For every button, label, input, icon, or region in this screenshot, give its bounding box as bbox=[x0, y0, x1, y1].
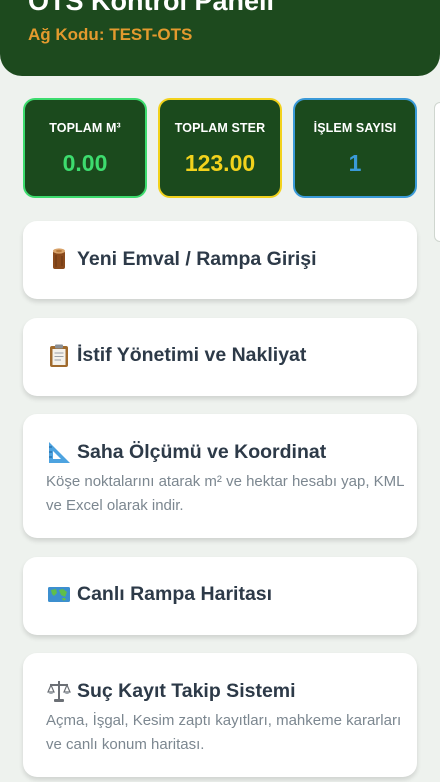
scales-icon bbox=[47, 681, 71, 702]
card-description: Köşe noktalarını atarak m² ve hektar hes… bbox=[46, 473, 404, 514]
card-title: Saha Ölçümü ve Koordinat bbox=[77, 440, 327, 463]
triangle-ruler-icon bbox=[49, 442, 70, 463]
menu-card-new-timber-entry[interactable]: Yeni Emval / Rampa Girişi bbox=[23, 221, 417, 299]
card-title-row: Canlı Rampa Haritası bbox=[46, 581, 272, 607]
menu-card-crime-record-tracking[interactable]: Suç Kayıt Takip Sistemi Açma, İşgal, Kes… bbox=[23, 653, 417, 777]
card-title-row: Yeni Emval / Rampa Girişi bbox=[46, 246, 317, 272]
stat-value: 123.00 bbox=[184, 150, 256, 176]
page-title: OTS Kontrol Paneli bbox=[28, 0, 275, 16]
app-header: OTS Kontrol Paneli Ağ Kodu: TEST-OTS bbox=[0, 0, 440, 76]
card-title: Yeni Emval / Rampa Girişi bbox=[77, 247, 317, 270]
stat-label: İŞLEM SAYISI bbox=[313, 121, 397, 135]
network-code: Ağ Kodu: TEST-OTS bbox=[28, 25, 193, 44]
log-icon bbox=[53, 248, 65, 269]
card-title-row: Suç Kayıt Takip Sistemi bbox=[46, 678, 296, 704]
card-title: Suç Kayıt Takip Sistemi bbox=[77, 679, 296, 702]
stat-total-m3: TOPLAM M³ 0.00 bbox=[23, 98, 147, 198]
stat-total-ster: TOPLAM STER 123.00 bbox=[158, 98, 282, 198]
menu-card-field-measurement[interactable]: Saha Ölçümü ve Koordinat Köşe noktaların… bbox=[23, 414, 417, 538]
world-map-icon bbox=[48, 587, 70, 602]
stat-value: 1 bbox=[348, 150, 362, 176]
stat-transaction-count: İŞLEM SAYISI 1 bbox=[293, 98, 417, 198]
stat-value: 0.00 bbox=[62, 150, 108, 176]
menu-card-live-ramp-map[interactable]: Canlı Rampa Haritası bbox=[23, 557, 417, 635]
horizontal-scroll-card[interactable] bbox=[434, 102, 440, 242]
card-description: Açma, İşgal, Kesim zaptı kayıtları, mahk… bbox=[46, 712, 402, 753]
card-title-row: İstif Yönetimi ve Nakliyat bbox=[46, 342, 306, 368]
card-title-row: Saha Ölçümü ve Koordinat bbox=[46, 439, 326, 465]
stat-label: TOPLAM STER bbox=[174, 121, 266, 135]
stat-label: TOPLAM M³ bbox=[49, 121, 121, 135]
card-title: Canlı Rampa Haritası bbox=[77, 582, 273, 605]
menu-card-stack-management[interactable]: İstif Yönetimi ve Nakliyat bbox=[23, 318, 417, 396]
clipboard-icon bbox=[50, 344, 68, 367]
card-title: İstif Yönetimi ve Nakliyat bbox=[77, 343, 307, 366]
